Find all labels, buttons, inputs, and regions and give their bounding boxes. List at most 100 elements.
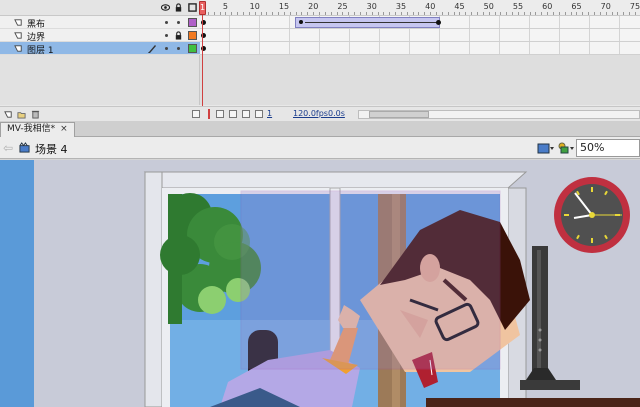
ruler-tick: [400, 12, 402, 15]
ruler-tick: [441, 12, 443, 15]
ruler-label: 60: [542, 2, 553, 11]
document-tab[interactable]: MV-我相信* ×: [0, 122, 75, 137]
keyframe[interactable]: [436, 20, 441, 25]
ruler-label: 15: [278, 2, 290, 11]
ruler-tick: [260, 12, 262, 15]
ruler-tick: [354, 12, 356, 15]
edit-scene-button[interactable]: [537, 141, 555, 155]
ruler-tick: [494, 12, 496, 15]
selection-box[interactable]: [240, 190, 501, 370]
ruler-tick: [424, 12, 426, 15]
ruler-tick: [412, 12, 414, 15]
frame-row-bianjie[interactable]: [200, 29, 640, 42]
scene-label[interactable]: 场景 4: [35, 141, 68, 157]
playhead-label: 1: [200, 3, 206, 12]
frame-ruler[interactable]: 5 10 15 20 25 30 35 40 45 50 55 60 65 70 75: [200, 0, 640, 16]
ruler-tick: [593, 12, 595, 15]
ruler-tick: [430, 12, 432, 15]
stage-area[interactable]: [0, 160, 640, 407]
ruler-tick: [459, 12, 461, 15]
document-tab-bar: MV-我相信* ×: [0, 121, 640, 137]
onion-skin-icon[interactable]: [216, 110, 224, 118]
ruler-tick: [564, 12, 566, 15]
ruler-tick: [336, 12, 338, 15]
outline-color-swatch[interactable]: [188, 31, 197, 40]
lock-icon[interactable]: [174, 3, 183, 12]
ruler-tick: [383, 12, 385, 15]
frame-row-heibu[interactable]: [200, 16, 640, 29]
scrollbar-thumb[interactable]: [369, 111, 429, 118]
ruler-tick: [629, 12, 631, 15]
modify-onion-markers-icon[interactable]: [255, 110, 263, 118]
elapsed-time-readout[interactable]: 0.0s: [328, 109, 345, 118]
outline-color-swatch[interactable]: [188, 18, 197, 27]
ruler-label: 20: [308, 2, 319, 11]
ruler-tick: [295, 12, 297, 15]
ruler-tick: [482, 12, 484, 15]
ruler-tick: [266, 12, 268, 15]
timeline-panel: 5 10 15 20 25 30 35 40 45 50 55 60 65 70 75 黑布 边界 图层 1: [0, 0, 640, 121]
ruler-tick: [231, 12, 233, 15]
ruler-tick: [213, 12, 215, 15]
ruler-tick: [471, 12, 473, 15]
ruler-label: 40: [425, 2, 436, 11]
ruler-tick: [225, 12, 227, 15]
ruler-label: 30: [366, 2, 377, 11]
playhead[interactable]: 1: [199, 1, 206, 15]
wall-clock: [554, 177, 630, 253]
onion-skin-outline-icon[interactable]: [229, 110, 237, 118]
lock-icon[interactable]: [174, 31, 183, 40]
trash-icon[interactable]: [31, 109, 40, 119]
new-folder-icon[interactable]: [17, 110, 26, 119]
ruler-tick: [330, 12, 332, 15]
ruler-tick: [237, 12, 239, 15]
layer-row-heibu[interactable]: 黑布: [0, 16, 200, 30]
new-layer-icon[interactable]: [4, 110, 13, 119]
ruler-tick: [389, 12, 391, 15]
ruler-tick: [436, 12, 437, 15]
outline-color-swatch[interactable]: [188, 44, 197, 53]
zoom-input[interactable]: 50%: [576, 139, 640, 157]
layer-row-bianjie[interactable]: 边界: [0, 29, 200, 43]
edit-symbol-button[interactable]: [557, 141, 575, 155]
visibility-dot[interactable]: [165, 47, 168, 50]
ruler-label: 55: [512, 2, 524, 11]
lock-dot[interactable]: [177, 47, 180, 50]
center-frame-icon[interactable]: [192, 110, 200, 118]
edit-multiple-frames-icon[interactable]: [242, 110, 250, 118]
onion-skin-marker-icon[interactable]: [205, 109, 213, 119]
ruler-tick: [248, 12, 250, 15]
lock-dot[interactable]: [177, 21, 180, 24]
timeline-status-bar: 1 120.0fps 0.0s: [0, 106, 640, 121]
ruler-tick: [465, 12, 467, 15]
current-frame-readout[interactable]: 1: [267, 109, 272, 118]
ruler-label: 65: [571, 2, 582, 11]
back-arrow-icon[interactable]: ⇦: [3, 141, 13, 155]
ruler-tick: [365, 12, 367, 15]
frame-row-tuceng1[interactable]: [200, 42, 640, 55]
ruler-tick: [242, 12, 244, 15]
ruler-tick: [301, 12, 303, 15]
ruler-tick: [254, 12, 256, 15]
ruler-label: 75: [629, 2, 640, 11]
ruler-label: 35: [395, 2, 407, 11]
keyframe[interactable]: [299, 20, 303, 24]
desk: [426, 398, 640, 407]
visibility-dot[interactable]: [165, 21, 168, 24]
ruler-label: 45: [454, 2, 465, 11]
ruler-tick: [319, 12, 320, 15]
eye-icon[interactable]: [161, 3, 170, 12]
timeline-horizontal-scrollbar[interactable]: [358, 110, 640, 119]
close-icon[interactable]: ×: [60, 124, 68, 134]
ruler-tick: [529, 12, 531, 15]
pencil-icon[interactable]: [147, 43, 157, 54]
fps-readout[interactable]: 120.0fps: [293, 109, 328, 118]
ruler-label: 50: [483, 2, 494, 11]
ruler-tick: [588, 12, 590, 15]
stage-canvas[interactable]: [0, 160, 640, 407]
layer-row-tuceng1[interactable]: 图层 1: [0, 42, 200, 56]
document-tab-title: MV-我相信*: [7, 124, 56, 134]
visibility-dot[interactable]: [165, 34, 168, 37]
outline-icon[interactable]: [188, 3, 197, 12]
ruler-tick: [517, 12, 519, 15]
